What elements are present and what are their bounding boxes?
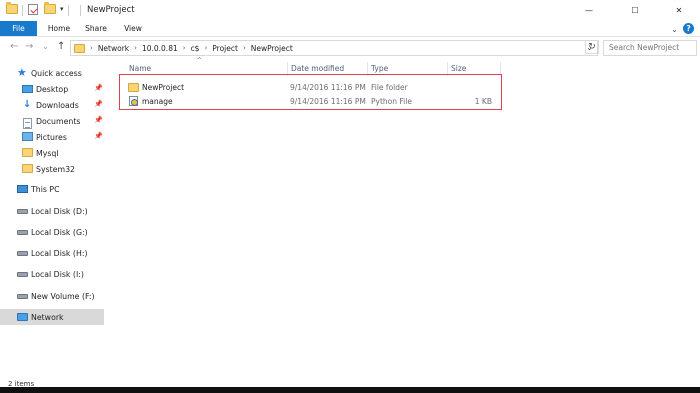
breadcrumb-host[interactable]: 10.0.0.81 [142, 44, 178, 53]
file-type: Python File [371, 97, 412, 106]
file-name: NewProject [142, 83, 185, 92]
address-bar[interactable]: › Network › 10.0.0.81 › c$ › Project › N… [70, 40, 598, 56]
disk-icon [17, 251, 28, 256]
sidebar-item-downloads[interactable]: ↓ Downloads 📌 [0, 97, 104, 113]
sidebar-item-local-disk-d[interactable]: Local Disk (D:) [0, 203, 104, 219]
back-icon[interactable]: ← [10, 41, 18, 52]
pin-icon: 📌 [94, 100, 103, 108]
sidebar-item-local-disk-i[interactable]: Local Disk (I:) [0, 266, 104, 282]
disk-icon [17, 230, 28, 235]
minimize-button[interactable]: — [566, 0, 612, 21]
sidebar-item-mysql[interactable]: Mysql [0, 145, 104, 161]
tab-file[interactable]: File [0, 21, 37, 36]
breadcrumb-project[interactable]: Project [212, 44, 238, 53]
downloads-icon: ↓ [23, 99, 32, 110]
sidebar-item-label: This PC [31, 184, 60, 194]
close-button[interactable]: ✕ [656, 0, 700, 21]
sidebar-item-network[interactable]: Network [0, 309, 104, 325]
desktop-icon [22, 85, 33, 93]
sort-indicator-icon: ^ [197, 57, 203, 64]
file-date: 9/14/2016 11:16 PM [290, 97, 366, 106]
file-date: 9/14/2016 11:16 PM [290, 83, 366, 92]
title-bar: ▾ NewProject — ☐ ✕ [0, 0, 700, 21]
forward-icon[interactable]: → [25, 41, 33, 52]
breadcrumb-newproject[interactable]: NewProject [251, 44, 293, 53]
help-icon[interactable]: ? [683, 23, 694, 34]
breadcrumb-separator[interactable]: › [204, 44, 207, 52]
status-bar [0, 377, 700, 387]
customize-quick-access-icon[interactable]: ▾ [60, 5, 64, 13]
breadcrumb-separator[interactable]: › [134, 44, 137, 52]
sidebar-item-label: System32 [36, 164, 75, 174]
sidebar-item-label: Desktop [36, 84, 69, 94]
sidebar-item-label: Downloads [36, 100, 79, 110]
sidebar-item-label: Local Disk (H:) [31, 248, 88, 258]
folder-icon [22, 164, 33, 173]
pin-icon: 📌 [94, 116, 103, 124]
taskbar [0, 387, 700, 393]
divider [68, 5, 69, 16]
sidebar-item-label: Local Disk (I:) [31, 269, 84, 279]
new-folder-icon[interactable] [44, 2, 56, 14]
sidebar-item-documents[interactable]: Documents 📌 [0, 113, 104, 129]
breadcrumb-separator[interactable]: › [90, 44, 93, 52]
tab-share[interactable]: Share [80, 21, 112, 36]
sidebar-item-label: Local Disk (G:) [31, 227, 88, 237]
sidebar-item-label: Network [31, 312, 64, 322]
sidebar-item-this-pc[interactable]: This PC [0, 181, 104, 197]
disk-icon [17, 209, 28, 214]
breadcrumb-separator[interactable]: › [183, 44, 186, 52]
up-icon[interactable]: ↑ [57, 41, 65, 52]
folder-icon [22, 148, 33, 157]
sidebar-item-new-volume-f[interactable]: New Volume (F:) [0, 288, 104, 304]
documents-icon [23, 117, 32, 129]
sidebar-item-label: New Volume (F:) [31, 291, 95, 301]
folder-icon [74, 43, 85, 53]
divider [22, 5, 23, 16]
file-row-manage[interactable]: manage 9/14/2016 11:16 PM Python File 1 … [124, 95, 500, 108]
breadcrumb-share[interactable]: c$ [191, 44, 200, 53]
sidebar-item-pictures[interactable]: Pictures 📌 [0, 129, 104, 145]
pin-icon: 📌 [94, 132, 103, 140]
recent-locations-icon[interactable]: ⌄ [42, 42, 49, 51]
sidebar-item-local-disk-g[interactable]: Local Disk (G:) [0, 224, 104, 240]
ribbon-tabs: File Home Share View ⌄ ? [0, 21, 700, 37]
tab-home[interactable]: Home [42, 21, 76, 36]
star-icon: ★ [17, 66, 27, 79]
folder-icon [6, 2, 18, 14]
file-row-newproject[interactable]: NewProject 9/14/2016 11:16 PM File folde… [124, 81, 500, 94]
properties-icon[interactable] [28, 4, 38, 15]
pin-icon: 📌 [94, 84, 103, 92]
sidebar-item-desktop[interactable]: Desktop 📌 [0, 81, 104, 97]
refresh-button[interactable]: ↻ [585, 40, 599, 54]
window-title: NewProject [87, 5, 135, 15]
pictures-icon [22, 132, 33, 141]
sidebar-item-local-disk-h[interactable]: Local Disk (H:) [0, 245, 104, 261]
maximize-button[interactable]: ☐ [612, 0, 658, 21]
python-file-icon [129, 96, 138, 106]
navigation-pane: ★ Quick access Desktop 📌 ↓ Downloads 📌 D… [0, 60, 104, 380]
folder-icon [128, 83, 139, 92]
sidebar-item-system32[interactable]: System32 [0, 161, 104, 177]
breadcrumb-network[interactable]: Network [98, 44, 129, 53]
file-type: File folder [371, 83, 408, 92]
collapse-ribbon-icon[interactable]: ⌄ [671, 25, 678, 34]
sidebar-item-label: Documents [36, 116, 81, 126]
search-placeholder: Search NewProject [609, 43, 680, 52]
sidebar-item-label: Mysql [36, 148, 59, 158]
sidebar-item-label: Local Disk (D:) [31, 206, 88, 216]
file-size: 1 KB [474, 97, 492, 106]
disk-icon [17, 272, 28, 277]
tab-view[interactable]: View [116, 21, 150, 36]
disk-icon [17, 294, 28, 299]
network-icon [17, 313, 28, 321]
sidebar-item-label: Quick access [31, 68, 82, 78]
sidebar-item-quick-access[interactable]: ★ Quick access [0, 65, 104, 81]
divider [80, 5, 81, 16]
sidebar-item-label: Pictures [36, 132, 67, 142]
this-pc-icon [17, 185, 28, 193]
breadcrumb-separator[interactable]: › [243, 44, 246, 52]
file-name: manage [142, 97, 173, 106]
